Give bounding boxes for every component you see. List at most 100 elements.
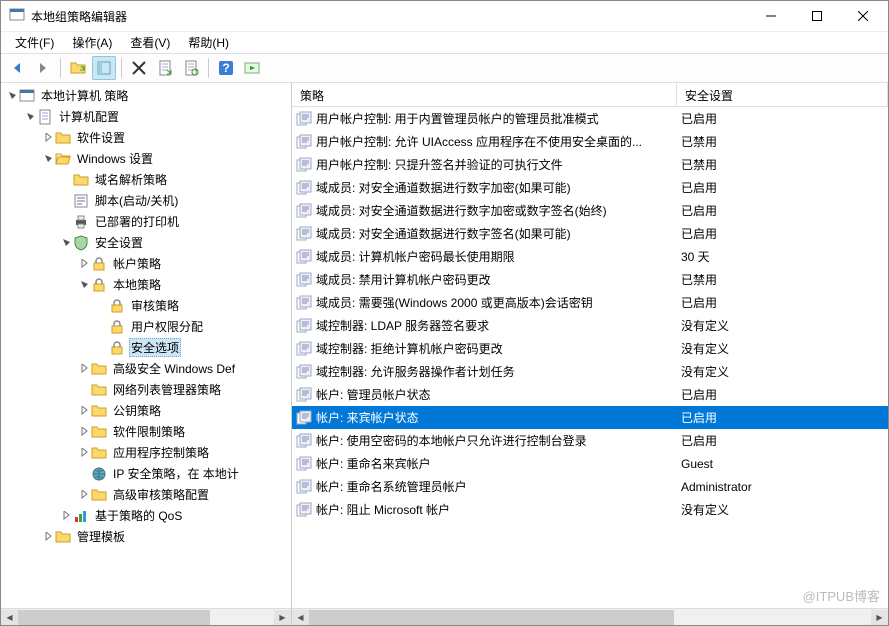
policy-row[interactable]: 用户帐户控制: 用于内置管理员帐户的管理员批准模式已启用	[292, 107, 888, 130]
tree-network-list[interactable]: 网络列表管理器策略	[1, 379, 291, 400]
scroll-left[interactable]: ◀	[1, 610, 18, 625]
tree-software-restriction[interactable]: 软件限制策略	[1, 421, 291, 442]
policy-row[interactable]: 域成员: 需要强(Windows 2000 或更高版本)会话密钥已启用	[292, 291, 888, 314]
tree-admin-templates[interactable]: 管理模板	[1, 526, 291, 547]
tree-windows-settings[interactable]: Windows 设置	[1, 148, 291, 169]
tree-label: 用户权限分配	[129, 317, 205, 336]
list-scrollbar[interactable]: ◀ ▶	[292, 608, 888, 625]
minimize-button[interactable]	[748, 1, 794, 31]
column-setting[interactable]: 安全设置	[677, 83, 888, 106]
menu-action[interactable]: 操作(A)	[64, 32, 120, 53]
policy-value: 没有定义	[677, 317, 888, 334]
tree-scripts[interactable]: 脚本(启动/关机)	[1, 190, 291, 211]
tree-computer-config[interactable]: 计算机配置	[1, 106, 291, 127]
folder-icon	[91, 487, 107, 503]
policy-row[interactable]: 域成员: 禁用计算机帐户密码更改已禁用	[292, 268, 888, 291]
collapse-icon[interactable]	[59, 236, 73, 250]
bars-icon	[73, 508, 89, 524]
tree-user-rights[interactable]: 用户权限分配	[1, 316, 291, 337]
expand-icon[interactable]	[41, 530, 55, 544]
policy-row[interactable]: 帐户: 阻止 Microsoft 帐户没有定义	[292, 498, 888, 521]
policy-value: 已启用	[677, 225, 888, 242]
list-pane: 策略 安全设置 用户帐户控制: 用于内置管理员帐户的管理员批准模式已启用用户帐户…	[292, 83, 888, 625]
tree-audit-policy[interactable]: 审核策略	[1, 295, 291, 316]
expand-icon[interactable]	[77, 446, 91, 460]
policy-row[interactable]: 域成员: 对安全通道数据进行数字签名(如果可能)已启用	[292, 222, 888, 245]
help-button[interactable]: ?	[214, 56, 238, 80]
policy-row[interactable]: 帐户: 重命名来宾帐户Guest	[292, 452, 888, 475]
delete-button[interactable]	[127, 56, 151, 80]
menu-help[interactable]: 帮助(H)	[180, 32, 237, 53]
tree-advanced-audit[interactable]: 高级审核策略配置	[1, 484, 291, 505]
tree-printers[interactable]: 已部署的打印机	[1, 211, 291, 232]
scroll-right[interactable]: ▶	[871, 610, 888, 625]
tree-label: 管理模板	[75, 527, 127, 546]
menu-view[interactable]: 查看(V)	[122, 32, 178, 53]
scroll-right[interactable]: ▶	[274, 610, 291, 625]
policy-row[interactable]: 域成员: 对安全通道数据进行数字加密(如果可能)已启用	[292, 176, 888, 199]
policy-row[interactable]: 帐户: 管理员帐户状态已启用	[292, 383, 888, 406]
scroll-left[interactable]: ◀	[292, 610, 309, 625]
tree-security-settings[interactable]: 安全设置	[1, 232, 291, 253]
up-button[interactable]	[66, 56, 90, 80]
policy-name: 域成员: 对安全通道数据进行数字加密(如果可能)	[316, 179, 571, 196]
tree-dns-policy[interactable]: 域名解析策略	[1, 169, 291, 190]
expand-placeholder	[95, 341, 109, 355]
toolbar: ?	[1, 53, 888, 83]
close-button[interactable]	[840, 1, 886, 31]
tree-app-control[interactable]: 应用程序控制策略	[1, 442, 291, 463]
tree-ip-security[interactable]: IP 安全策略，在 本地计	[1, 463, 291, 484]
refresh-button[interactable]	[179, 56, 203, 80]
expand-icon[interactable]	[41, 131, 55, 145]
expand-icon[interactable]	[77, 425, 91, 439]
tree-security-options[interactable]: 安全选项	[1, 337, 291, 358]
menubar: 文件(F) 操作(A) 查看(V) 帮助(H)	[1, 31, 888, 53]
policy-row[interactable]: 用户帐户控制: 允许 UIAccess 应用程序在不使用安全桌面的...已禁用	[292, 130, 888, 153]
back-button[interactable]	[5, 56, 29, 80]
policy-name: 帐户: 来宾帐户状态	[316, 409, 419, 426]
tree-account-policy[interactable]: 帐户策略	[1, 253, 291, 274]
policy-row[interactable]: 用户帐户控制: 只提升签名并验证的可执行文件已禁用	[292, 153, 888, 176]
tree-label: IP 安全策略，在 本地计	[111, 464, 241, 483]
view-button[interactable]	[92, 56, 116, 80]
column-policy[interactable]: 策略	[292, 83, 677, 106]
export-button[interactable]	[153, 56, 177, 80]
tree-label: 基于策略的 QoS	[93, 506, 184, 525]
collapse-icon[interactable]	[23, 110, 37, 124]
policy-row[interactable]: 域控制器: LDAP 服务器签名要求 没有定义	[292, 314, 888, 337]
policy-row[interactable]: 域成员: 计算机帐户密码最长使用期限30 天	[292, 245, 888, 268]
expand-icon[interactable]	[77, 404, 91, 418]
policy-row[interactable]: 帐户: 使用空密码的本地帐户只允许进行控制台登录已启用	[292, 429, 888, 452]
collapse-icon[interactable]	[5, 89, 19, 103]
expand-icon[interactable]	[77, 488, 91, 502]
policy-icon	[296, 456, 312, 472]
policy-row[interactable]: 帐户: 重命名系统管理员帐户Administrator	[292, 475, 888, 498]
tree-qos[interactable]: 基于策略的 QoS	[1, 505, 291, 526]
printer-icon	[73, 214, 89, 230]
expand-icon[interactable]	[59, 509, 73, 523]
expand-icon[interactable]	[77, 362, 91, 376]
tree-root[interactable]: 本地计算机 策略	[1, 85, 291, 106]
tree-label: 域名解析策略	[93, 170, 169, 189]
tree-public-key[interactable]: 公钥策略	[1, 400, 291, 421]
folder-icon	[91, 424, 107, 440]
expand-icon[interactable]	[77, 257, 91, 271]
policy-row[interactable]: 域成员: 对安全通道数据进行数字加密或数字签名(始终)已启用	[292, 199, 888, 222]
run-button[interactable]	[240, 56, 264, 80]
collapse-icon[interactable]	[77, 278, 91, 292]
svg-text:?: ?	[222, 61, 229, 75]
policy-row[interactable]: 域控制器: 拒绝计算机帐户密码更改没有定义	[292, 337, 888, 360]
tree-scrollbar[interactable]: ◀ ▶	[1, 608, 291, 625]
policy-icon	[296, 433, 312, 449]
tree-advanced-firewall[interactable]: 高级安全 Windows Def	[1, 358, 291, 379]
tree-software-settings[interactable]: 软件设置	[1, 127, 291, 148]
forward-button[interactable]	[31, 56, 55, 80]
maximize-button[interactable]	[794, 1, 840, 31]
tree-local-policy[interactable]: 本地策略	[1, 274, 291, 295]
policy-row[interactable]: 域控制器: 允许服务器操作者计划任务没有定义	[292, 360, 888, 383]
policy-row[interactable]: 帐户: 来宾帐户状态已启用	[292, 406, 888, 429]
policy-name: 域控制器: LDAP 服务器签名要求	[316, 317, 489, 334]
folder-icon	[91, 361, 107, 377]
collapse-icon[interactable]	[41, 152, 55, 166]
menu-file[interactable]: 文件(F)	[7, 32, 62, 53]
